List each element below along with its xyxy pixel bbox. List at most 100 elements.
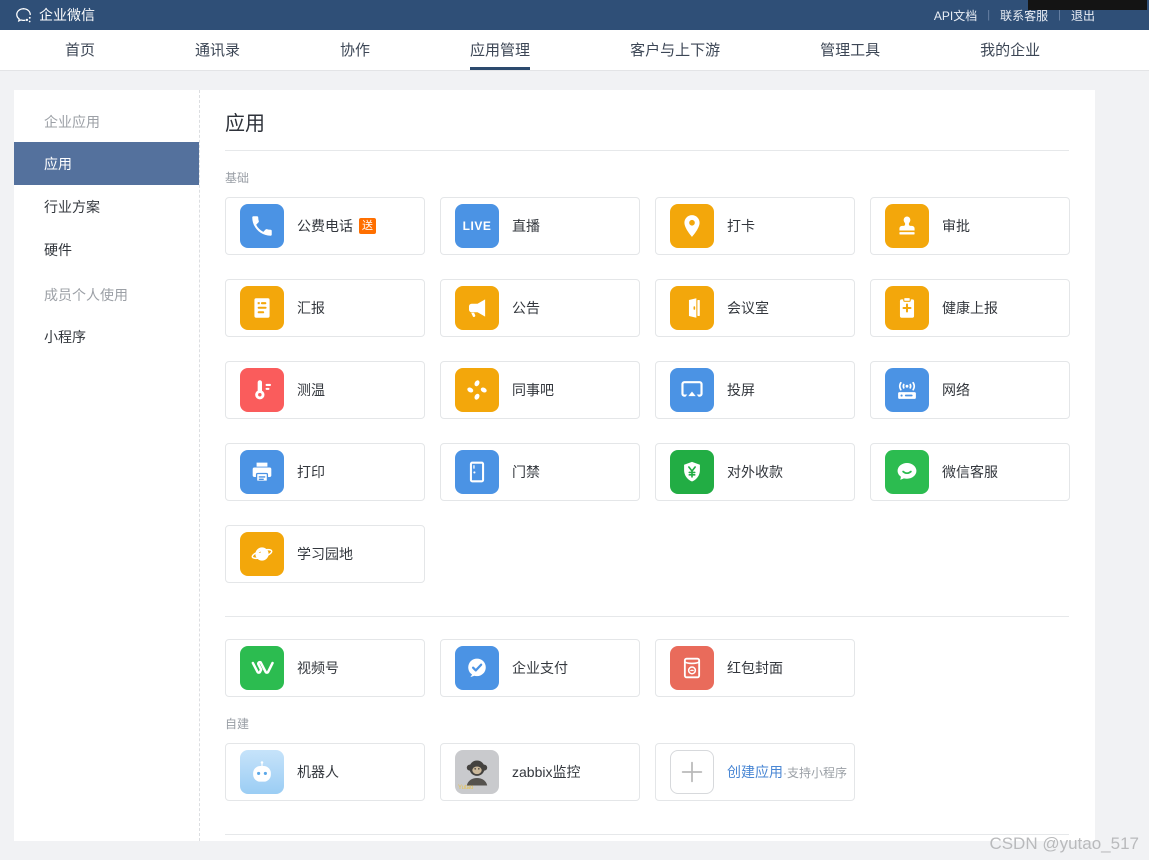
door-icon xyxy=(455,450,499,494)
topbar-link-1[interactable]: API文档 xyxy=(934,7,977,24)
thermometer-icon xyxy=(240,368,284,412)
nav-tab-4[interactable]: 应用管理 xyxy=(470,30,530,70)
app-label: 公费电话 xyxy=(297,216,353,236)
sidebar-group-header-2: 成员个人使用 xyxy=(14,275,199,315)
app-label: 红包封面 xyxy=(727,658,783,678)
app-card-clipboard-plus[interactable]: 健康上报 xyxy=(870,279,1070,337)
page-title: 应用 xyxy=(225,90,1069,136)
link-separator: | xyxy=(987,9,990,21)
brand[interactable]: 企业微信 xyxy=(14,5,95,25)
app-label: 微信客服 xyxy=(942,462,998,482)
app-label: 投屏 xyxy=(727,380,755,400)
app-label: 测温 xyxy=(297,380,325,400)
app-label: 网络 xyxy=(942,380,970,400)
pay-check-icon xyxy=(455,646,499,690)
app-card-red-envelope[interactable]: 红包封面 xyxy=(655,639,855,697)
sidebar-item-1-1[interactable]: 应用 xyxy=(14,142,199,185)
sidebar-item-1-3[interactable]: 硬件 xyxy=(14,228,199,271)
app-label: 对外收款 xyxy=(727,462,783,482)
chat-bubble-icon xyxy=(885,450,929,494)
nav-tab-1[interactable]: 首页 xyxy=(65,30,95,70)
red-envelope-icon xyxy=(670,646,714,690)
app-label: 会议室 xyxy=(727,298,769,318)
app-label: 门禁 xyxy=(512,462,540,482)
sidebar-item-2-1[interactable]: 小程序 xyxy=(14,315,199,358)
sidebar-item-1-2[interactable]: 行业方案 xyxy=(14,185,199,228)
app-card-pinwheel[interactable]: 同事吧 xyxy=(440,361,640,419)
app-card-thermometer[interactable]: 测温 xyxy=(225,361,425,419)
watermark: CSDN @yutao_517 xyxy=(989,834,1139,854)
app-grid: 公费电话送 LIVE 直播 打卡 审批汇报 公告 会议室 健康上报测温 同事吧 投屏 网络打印 门禁 对… xyxy=(225,197,1069,583)
app-label: 直播 xyxy=(512,216,540,236)
app-card-planet[interactable]: 学习园地 xyxy=(225,525,425,583)
app-card-door-open[interactable]: 会议室 xyxy=(655,279,855,337)
shield-yuan-icon xyxy=(670,450,714,494)
nav-tab-5[interactable]: 客户与上下游 xyxy=(630,30,720,70)
app-card-stamp[interactable]: 审批 xyxy=(870,197,1070,255)
app-card-custom-avatar[interactable]: Yutao zabbix监控 xyxy=(440,743,640,801)
custom-avatar-icon: Yutao xyxy=(455,750,499,794)
phone-icon xyxy=(240,204,284,248)
app-label: 创建应用 xyxy=(727,762,783,782)
content: 企业应用应用行业方案硬件成员个人使用小程序 应用 基础公费电话送LIVE直播打卡… xyxy=(14,90,1095,841)
megaphone-icon xyxy=(455,286,499,330)
app-label: 视频号 xyxy=(297,658,339,678)
app-card-shield-yuan[interactable]: 对外收款 xyxy=(655,443,855,501)
app-card-report-doc[interactable]: 汇报 xyxy=(225,279,425,337)
app-card-printer[interactable]: 打印 xyxy=(225,443,425,501)
app-section-3: 自建机器人 Yutao zabbix监控 创建应用·支持小程序 xyxy=(225,715,1069,801)
app-label: 审批 xyxy=(942,216,970,236)
app-label: 汇报 xyxy=(297,298,325,318)
section-label: 自建 xyxy=(225,715,1069,732)
section-divider xyxy=(225,834,1069,835)
create-app-card[interactable]: 创建应用·支持小程序 xyxy=(655,743,855,801)
wecom-logo-icon xyxy=(14,6,33,25)
app-grid: 视频号 企业支付 红包封面 xyxy=(225,639,1069,697)
app-label: 打卡 xyxy=(727,216,755,236)
app-label: 企业支付 xyxy=(512,658,568,678)
app-card-channels[interactable]: 视频号 xyxy=(225,639,425,697)
live-icon: LIVE xyxy=(455,204,499,248)
nav-tab-7[interactable]: 我的企业 xyxy=(980,30,1040,70)
app-card-pay-check[interactable]: 企业支付 xyxy=(440,639,640,697)
pinwheel-icon xyxy=(455,368,499,412)
app-sections: 基础公费电话送 LIVE 直播 打卡 审批汇报 公告 会议室 健康上报测温 同事吧 投屏 网络打印 门… xyxy=(225,169,1069,835)
app-card-router[interactable]: 网络 xyxy=(870,361,1070,419)
main-panel: 应用 基础公费电话送 LIVE 直播 打卡 审批汇报 公告 会议室 健康上报测温 同事吧 投屏 网络… xyxy=(199,90,1095,841)
planet-icon xyxy=(240,532,284,576)
app-card-live[interactable]: LIVE 直播 xyxy=(440,197,640,255)
robot-icon xyxy=(240,750,284,794)
router-icon xyxy=(885,368,929,412)
screen-cast-icon xyxy=(670,368,714,412)
app-card-robot[interactable]: 机器人 xyxy=(225,743,425,801)
report-doc-icon xyxy=(240,286,284,330)
app-section-2: 视频号 企业支付 红包封面 xyxy=(225,639,1069,697)
nav-tab-2[interactable]: 通讯录 xyxy=(195,30,240,70)
printer-icon xyxy=(240,450,284,494)
avatar-caption: Yutao xyxy=(458,785,473,791)
app-card-megaphone[interactable]: 公告 xyxy=(440,279,640,337)
browser-artifact-bar xyxy=(1028,0,1147,10)
create-app-suffix: ·支持小程序 xyxy=(783,764,847,781)
app-card-door[interactable]: 门禁 xyxy=(440,443,640,501)
app-label: 学习园地 xyxy=(297,544,353,564)
app-card-phone[interactable]: 公费电话送 xyxy=(225,197,425,255)
app-card-screen-cast[interactable]: 投屏 xyxy=(655,361,855,419)
nav-tab-3[interactable]: 协作 xyxy=(340,30,370,70)
app-card-chat-bubble[interactable]: 微信客服 xyxy=(870,443,1070,501)
app-label: zabbix监控 xyxy=(512,762,580,782)
section-label: 基础 xyxy=(225,169,1069,186)
gift-badge: 送 xyxy=(359,218,376,234)
topbar: 企业微信 API文档|联系客服|退出 xyxy=(0,0,1149,30)
app-section-1: 基础公费电话送 LIVE 直播 打卡 审批汇报 公告 会议室 健康上报测温 同事吧 投屏 网络打印 门… xyxy=(225,169,1069,583)
sidebar-group-header-1: 企业应用 xyxy=(14,102,199,142)
app-card-location-pin[interactable]: 打卡 xyxy=(655,197,855,255)
app-label: 机器人 xyxy=(297,762,339,782)
link-separator: | xyxy=(1058,9,1061,21)
app-label: 健康上报 xyxy=(942,298,998,318)
plus-icon xyxy=(670,750,714,794)
main-nav: 首页 通讯录 协作 应用管理 客户与上下游 管理工具 我的企业 xyxy=(0,30,1149,71)
nav-tab-6[interactable]: 管理工具 xyxy=(820,30,880,70)
sidebar-menu: 企业应用应用行业方案硬件成员个人使用小程序 xyxy=(14,90,199,841)
channels-icon xyxy=(240,646,284,690)
